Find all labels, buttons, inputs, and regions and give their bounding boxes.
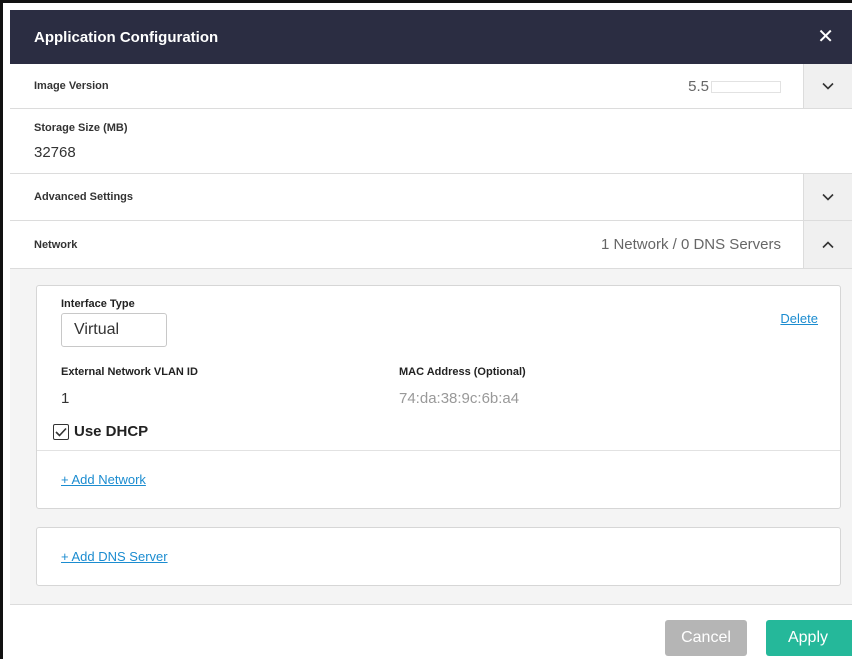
network-panel: Interface Type Virtual Delete External N… (10, 269, 852, 605)
vlan-id-label: External Network VLAN ID (61, 366, 198, 378)
add-network-link[interactable]: + Add Network (61, 472, 146, 487)
image-version-row[interactable]: Image Version 5.5 (10, 64, 852, 109)
checkbox-box[interactable] (53, 423, 69, 440)
mac-address-label: MAC Address (Optional) (399, 366, 526, 378)
network-summary: 1 Network / 0 DNS Servers (600, 236, 781, 253)
image-version-text: 5.5 (688, 77, 709, 95)
network-collapse-button[interactable] (803, 221, 852, 268)
check-icon (55, 427, 67, 437)
application-configuration-dialog: Application Configuration ✕ Image Versio… (10, 10, 852, 659)
close-icon[interactable]: ✕ (817, 27, 834, 47)
chevron-down-icon (822, 82, 834, 90)
mac-address-input[interactable]: 74:da:38:9c:6b:a4 (399, 390, 519, 407)
delete-network-link[interactable]: Delete (780, 311, 818, 326)
advanced-settings-expand-button[interactable] (803, 174, 852, 220)
redacted-mask (711, 80, 781, 93)
network-row[interactable]: Network 1 Network / 0 DNS Servers (10, 221, 852, 269)
storage-size-value: 32768 (34, 143, 76, 161)
use-dhcp-label: Use DHCP (74, 423, 149, 440)
image-version-value: 5.5 (688, 78, 803, 95)
network-interface-section: Interface Type Virtual Delete External N… (37, 286, 840, 451)
network-label: Network (34, 238, 78, 251)
advanced-settings-row[interactable]: Advanced Settings (10, 174, 852, 221)
vlan-id-input[interactable]: 1 (61, 390, 69, 407)
cancel-button[interactable]: Cancel (665, 620, 747, 656)
advanced-settings-label: Advanced Settings (34, 191, 134, 203)
dialog-title: Application Configuration (34, 28, 219, 46)
network-card: Interface Type Virtual Delete External N… (36, 285, 841, 509)
image-version-label: Image Version (34, 80, 109, 92)
chevron-up-icon (822, 240, 834, 248)
dialog-footer: Cancel Apply (10, 605, 852, 659)
image-version-dropdown-button[interactable] (803, 64, 852, 108)
dialog-header: Application Configuration ✕ (10, 10, 852, 64)
window-top-border (0, 0, 852, 3)
apply-button[interactable]: Apply (766, 620, 852, 656)
add-dns-server-link[interactable]: + Add DNS Server (61, 549, 168, 564)
dns-card: + Add DNS Server (36, 527, 841, 586)
window-left-border (0, 0, 3, 659)
add-network-section: + Add Network (37, 451, 840, 508)
interface-type-select[interactable]: Virtual (61, 313, 167, 347)
storage-size-label: Storage Size (MB) (34, 121, 128, 134)
use-dhcp-checkbox[interactable]: Use DHCP (53, 423, 148, 440)
storage-size-row: Storage Size (MB) 32768 (10, 109, 852, 174)
interface-type-label: Interface Type (61, 298, 135, 310)
chevron-down-icon (822, 193, 834, 201)
